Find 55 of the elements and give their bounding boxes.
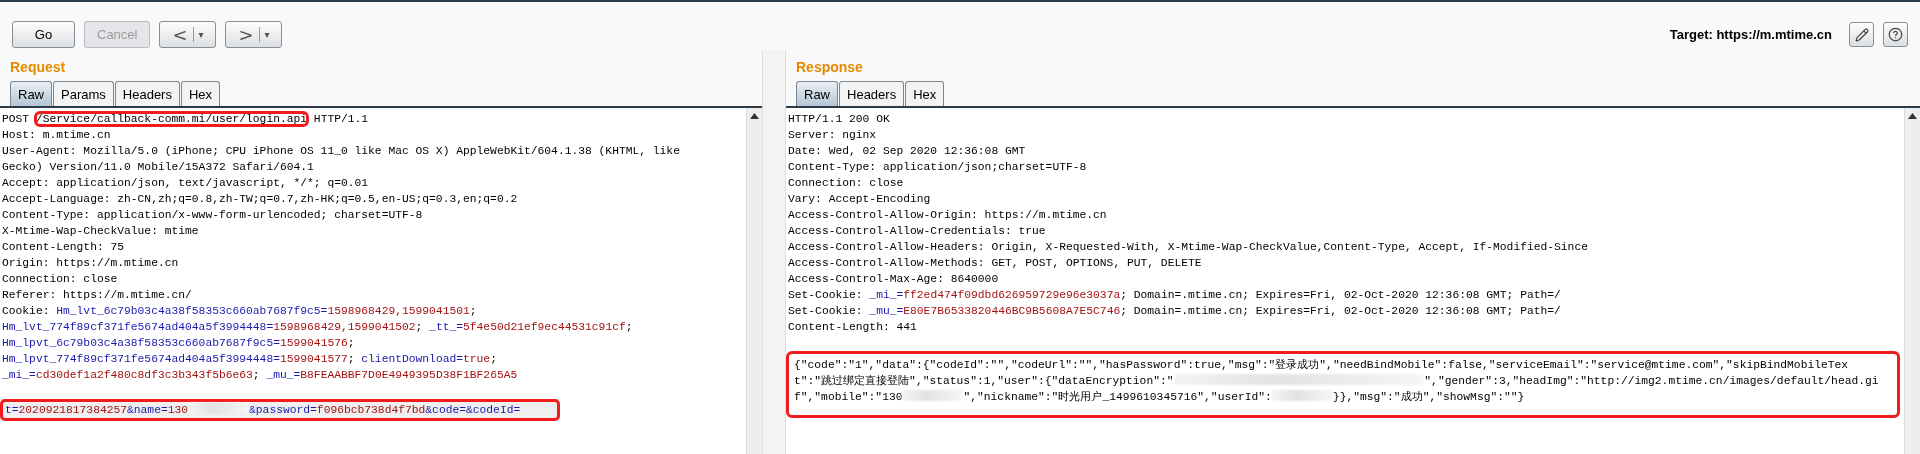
code-line: Hm_lpvt_6c79b03c4a38f58353c660ab7687f9c5=1599041576; — [1, 336, 356, 351]
scroll-up-icon[interactable] — [750, 113, 759, 119]
code-line: Connection: close — [1, 272, 119, 287]
scroll-up-icon[interactable] — [1908, 113, 1917, 119]
code-line: User-Agent: Mozilla/5.0 (iPhone; CPU iPhone OS 11_0 like Mac OS X) AppleWebKit/604.1.38 (KHTML, like — [1, 144, 681, 159]
code-line: Set-Cookie: _mi_=ff2ed474f09dbd626959729e96e3037a; Domain=.mtime.cn; Expires=Fri, 02-Oct-2020 12:36:08 GMT; Path=/ — [787, 288, 1562, 303]
code-line: Access-Control-Allow-Origin: https://m.mtime.cn — [787, 208, 1108, 223]
code-line: t":"跳过绑定直接登陆","status":1,"user":{"dataEncryption":" ","gender":3,"headImg":"http://img2.mtime.cn/images/default/head.gi — [793, 373, 1880, 389]
help-icon — [1888, 27, 1903, 42]
code-line: Cookie: Hm_lvt_6c79b03c4a38f58353c660ab7687f9c5=1598968429,1599041501; — [1, 304, 478, 319]
code-line: Content-Type: application/json;charset=UTF-8 — [787, 160, 1088, 175]
code-line: Host: m.mtime.cn — [1, 128, 112, 143]
code-line: Content-Length: 441 — [787, 320, 918, 335]
tab[interactable]: Raw — [796, 81, 838, 106]
code-line: Set-Cookie: _mu_=E80E7B6533820446BC9B5608A7E5C746; Domain=.mtime.cn; Expires=Fri, 02-Oct-2020 12:36:08 GMT; Path=/ — [787, 304, 1562, 319]
code-line: Accept-Language: zh-CN,zh;q=0.8,zh-TW;q=0.7,zh-HK;q=0.5,en-US;q=0.3,en;q=0.2 — [1, 192, 519, 207]
go-button[interactable]: Go — [12, 21, 75, 48]
code-line: _mi_=cd30def1a2f480c8df3c3b343f5b6e63; _mu_=B8FEAABBF7D0E4949395D38F1BF265A5 — [1, 368, 519, 383]
code-line: X-Mtime-Wap-CheckValue: mtime — [1, 224, 200, 239]
code-line: Vary: Accept-Encoding — [787, 192, 932, 207]
code-line: f","mobile":"130 ","nickname":"时光用户_1499610345716","userId": }},"msg":"成功","showMsg":""} — [793, 389, 1526, 405]
code-line: Hm_lvt_774f89cf371fe5674ad404a5f3994448=1598968429,1599041502; _tt_=5f4e50d21ef9ec44531c91cf; — [1, 320, 634, 335]
code-line: Referer: https://m.mtime.cn/ — [1, 288, 193, 303]
scroll-bar[interactable] — [746, 108, 762, 454]
tab[interactable]: Raw — [10, 81, 52, 106]
tab[interactable]: Hex — [180, 81, 221, 106]
code-line: Access-Control-Allow-Methods: GET, POST, OPTIONS, PUT, DELETE — [787, 256, 1203, 271]
edit-button[interactable] — [1849, 22, 1874, 47]
code-line: Connection: close — [787, 176, 905, 191]
code-line: Origin: https://m.mtime.cn — [1, 256, 180, 271]
back-button[interactable]: < ▾ — [159, 21, 217, 48]
forward-button[interactable]: > ▾ — [225, 21, 283, 48]
code-line: Accept: application/json, text/javascript, */*; q=0.01 — [1, 176, 370, 191]
panel-title: Response — [796, 59, 863, 75]
code-line: Access-Control-Allow-Headers: Origin, X-Requested-With, X-Mtime-Wap-CheckValue,Content-Type, Accept, If-Modified-Since — [787, 240, 1589, 255]
code-line: Date: Wed, 02 Sep 2020 12:36:08 GMT — [787, 144, 1027, 159]
code-line: POST /Service/callback-comm.mi/user/login.api HTTP/1.1 — [1, 112, 370, 127]
scroll-bar[interactable] — [1904, 108, 1920, 454]
tab[interactable]: Headers — [114, 81, 180, 106]
code-line: Content-Type: application/x-www-form-urlencoded; charset=UTF-8 — [1, 208, 424, 223]
pencil-icon — [1854, 27, 1869, 42]
target-label: Target: https://m.mtime.cn — [1669, 27, 1832, 42]
code-line: HTTP/1.1 200 OK — [787, 112, 891, 127]
code-line: Access-Control-Allow-Credentials: true — [787, 224, 1047, 239]
tab[interactable]: Hex — [905, 81, 945, 106]
code-line: Access-Control-Max-Age: 8640000 — [787, 272, 1000, 287]
help-button[interactable] — [1883, 22, 1908, 47]
code-line: {"code":"1","data":{"codeId":"","codeUrl":"","hasPassword":true,"msg":"登录成功","needBindMobile":false,"serviceEmail":"service@mtime.com","skipBindMobileTex — [793, 358, 1850, 373]
code-line: Gecko) Version/11.0 Mobile/15A372 Safari/604.1 — [1, 160, 315, 175]
code-line: Server: nginx — [787, 128, 878, 143]
panel-title: Request — [10, 59, 66, 75]
code-line: Hm_lpvt_774f89cf371fe5674ad404a5f3994448=1599041577; clientDownload=true; — [1, 352, 498, 367]
code-line: Content-Length: 75 — [1, 240, 126, 255]
tab[interactable]: Headers — [839, 81, 905, 106]
tab[interactable]: Params — [53, 81, 114, 106]
